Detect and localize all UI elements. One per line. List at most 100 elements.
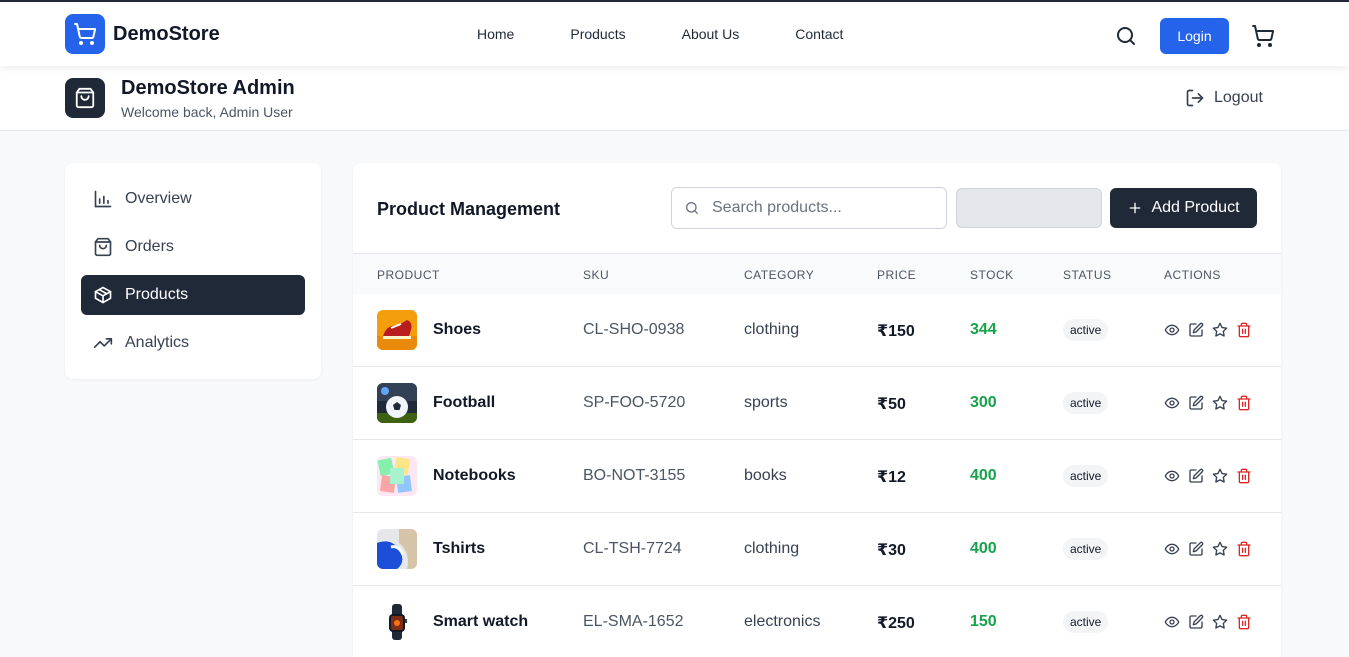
product-price: ₹250 xyxy=(877,615,915,632)
shopping-bag-icon xyxy=(94,237,112,257)
product-category: sports xyxy=(744,394,788,411)
sidebar-item-label: Products xyxy=(125,286,189,303)
table-row: Smart watch EL-SMA-1652 electronics ₹250… xyxy=(353,586,1281,657)
search-input[interactable] xyxy=(712,199,932,217)
sidebar-item-label: Analytics xyxy=(125,334,190,351)
login-button[interactable]: Login xyxy=(1160,18,1229,54)
admin-title: DemoStore Admin xyxy=(121,77,295,99)
plus-icon xyxy=(1130,202,1141,214)
admin-welcome-text: Welcome back, Admin User xyxy=(121,104,293,120)
star-icon[interactable] xyxy=(1212,614,1228,630)
logout-label: Logout xyxy=(1214,89,1263,106)
search-icon xyxy=(686,202,698,214)
product-management-panel: Product Management Add Product PRODUCT S… xyxy=(353,163,1281,657)
sidebar-item-label: Overview xyxy=(125,190,192,207)
eye-icon[interactable] xyxy=(1164,322,1180,338)
trash-icon[interactable] xyxy=(1236,614,1252,630)
sidebar-item-orders[interactable]: Orders xyxy=(81,227,305,267)
product-stock: 150 xyxy=(970,613,997,630)
product-category: clothing xyxy=(744,321,800,338)
row-actions xyxy=(1164,541,1252,557)
admin-header: DemoStore Admin Welcome back, Admin User… xyxy=(0,66,1349,131)
status-badge: active xyxy=(1063,611,1109,633)
notebook-image xyxy=(377,456,417,496)
nav-link-products[interactable]: Products xyxy=(570,26,625,42)
product-sku: CL-SHO-0938 xyxy=(583,321,685,338)
sidebar-item-label: Orders xyxy=(125,238,174,255)
trash-icon[interactable] xyxy=(1236,541,1252,557)
product-name: Shoes xyxy=(433,321,482,338)
add-product-label: Add Product xyxy=(1151,199,1240,216)
column-header-product: PRODUCT xyxy=(377,268,440,282)
table-header: PRODUCT SKU CATEGORY PRICE STOCK STATUS … xyxy=(353,253,1281,294)
eye-icon[interactable] xyxy=(1164,614,1180,630)
product-name: Tshirts xyxy=(433,540,486,557)
brand-name: DemoStore xyxy=(113,22,220,45)
add-product-button[interactable]: Add Product xyxy=(1110,188,1257,228)
column-header-actions: ACTIONS xyxy=(1164,268,1221,282)
bar-chart-icon xyxy=(94,190,112,208)
product-name: Notebooks xyxy=(433,467,516,484)
product-category: clothing xyxy=(744,540,800,557)
logout-icon xyxy=(1186,89,1204,107)
shoe-image xyxy=(377,310,417,350)
product-stock: 400 xyxy=(970,467,997,484)
product-sku: BO-NOT-3155 xyxy=(583,467,686,484)
sidebar-item-overview[interactable]: Overview xyxy=(81,179,305,219)
table-row: Notebooks BO-NOT-3155 books ₹12 400 acti… xyxy=(353,440,1281,513)
top-navbar: DemoStore Home Products About Us Contact… xyxy=(0,0,1349,66)
product-name: Football xyxy=(433,394,496,411)
search-icon[interactable] xyxy=(1114,24,1138,48)
row-actions xyxy=(1164,614,1252,630)
eye-icon[interactable] xyxy=(1164,541,1180,557)
smartwatch-image xyxy=(377,602,417,642)
sidebar-item-analytics[interactable]: Analytics xyxy=(81,323,305,363)
category-filter-select[interactable] xyxy=(956,188,1102,228)
star-icon[interactable] xyxy=(1212,468,1228,484)
shopping-bag-logo-icon xyxy=(65,78,105,118)
star-icon[interactable] xyxy=(1212,395,1228,411)
nav-link-about[interactable]: About Us xyxy=(682,26,740,42)
star-icon[interactable] xyxy=(1212,541,1228,557)
product-sku: CL-TSH-7724 xyxy=(583,540,682,557)
column-header-sku: SKU xyxy=(583,268,610,282)
product-sku: EL-SMA-1652 xyxy=(583,613,684,630)
column-header-stock: STOCK xyxy=(970,268,1014,282)
trash-icon[interactable] xyxy=(1236,322,1252,338)
edit-icon[interactable] xyxy=(1188,395,1204,411)
package-icon xyxy=(94,286,112,304)
nav-link-home[interactable]: Home xyxy=(477,26,514,42)
logout-button[interactable]: Logout xyxy=(1185,88,1263,108)
edit-icon[interactable] xyxy=(1188,468,1204,484)
table-row: Tshirts CL-TSH-7724 clothing ₹30 400 act… xyxy=(353,513,1281,586)
eye-icon[interactable] xyxy=(1164,395,1180,411)
tshirt-image xyxy=(377,529,417,569)
main-nav: Home Products About Us Contact xyxy=(477,26,843,42)
column-header-category: CATEGORY xyxy=(744,268,815,282)
product-price: ₹50 xyxy=(877,396,906,413)
status-badge: active xyxy=(1063,319,1109,341)
eye-icon[interactable] xyxy=(1164,468,1180,484)
product-stock: 344 xyxy=(970,321,997,338)
product-price: ₹12 xyxy=(877,469,906,486)
sidebar-item-products[interactable]: Products xyxy=(81,275,305,315)
search-field[interactable] xyxy=(671,187,947,229)
product-price: ₹30 xyxy=(877,542,906,559)
product-sku: SP-FOO-5720 xyxy=(583,394,686,411)
edit-icon[interactable] xyxy=(1188,614,1204,630)
product-category: books xyxy=(744,467,787,484)
status-badge: active xyxy=(1063,538,1109,560)
product-category: electronics xyxy=(744,613,821,630)
brand-link[interactable]: DemoStore xyxy=(65,14,220,54)
nav-link-contact[interactable]: Contact xyxy=(795,26,843,42)
trending-up-icon xyxy=(93,338,113,348)
admin-sidebar: Overview Orders Products Analytics xyxy=(65,163,321,379)
edit-icon[interactable] xyxy=(1188,322,1204,338)
trash-icon[interactable] xyxy=(1236,395,1252,411)
product-stock: 400 xyxy=(970,540,997,557)
cart-icon[interactable] xyxy=(1251,24,1275,48)
status-badge: active xyxy=(1063,392,1109,414)
edit-icon[interactable] xyxy=(1188,541,1204,557)
trash-icon[interactable] xyxy=(1236,468,1252,484)
star-icon[interactable] xyxy=(1212,322,1228,338)
